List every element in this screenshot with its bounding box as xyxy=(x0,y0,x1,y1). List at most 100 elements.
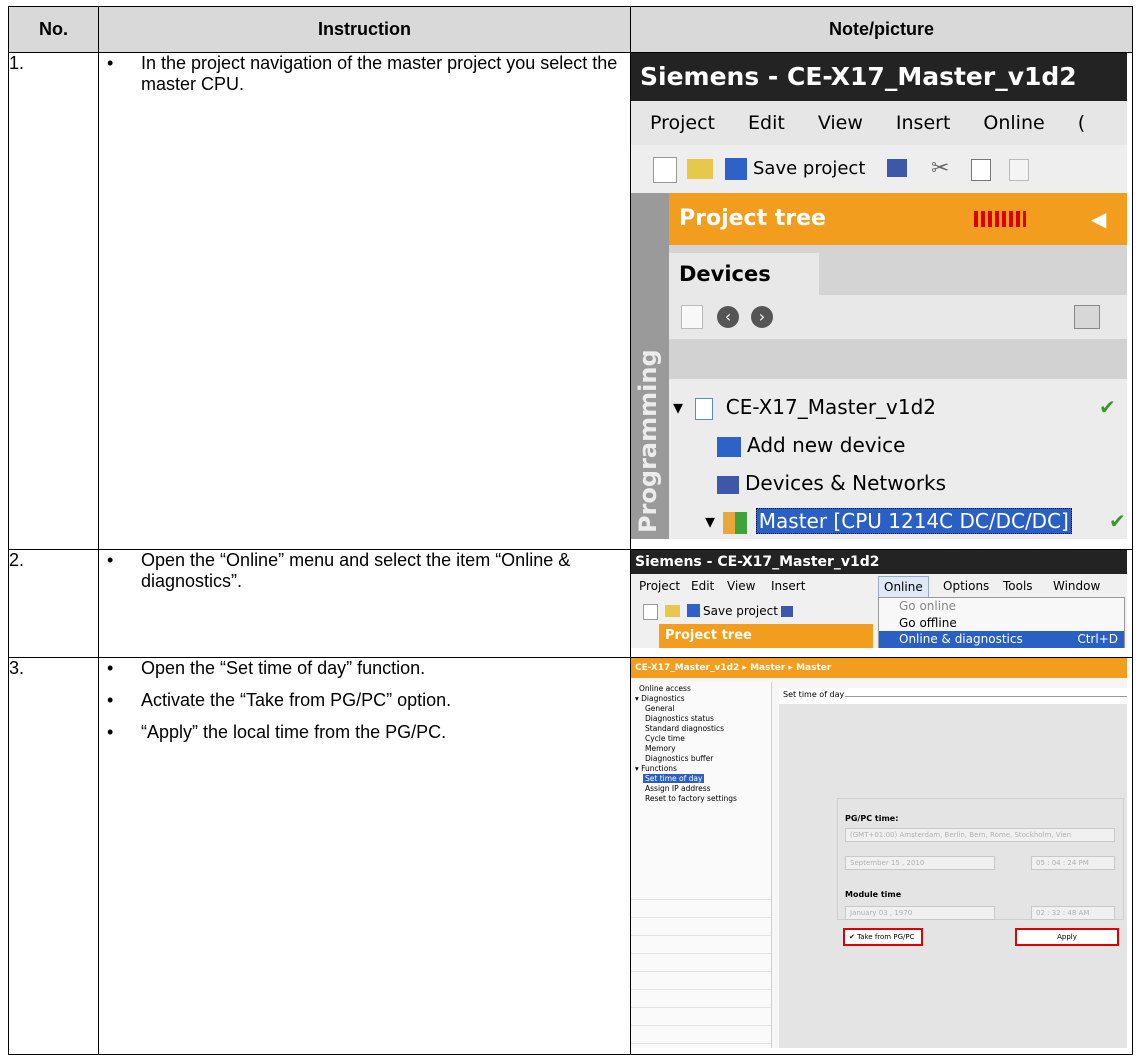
module-time-field[interactable]: 02 : 32 : 48 AM xyxy=(1031,906,1115,920)
nav-cycle-time[interactable]: Cycle time xyxy=(631,734,771,744)
breadcrumb: CE-X17_Master_v1d2 ▸ Master ▸ Master xyxy=(631,658,1127,678)
panel-header: Set time of day xyxy=(779,688,1127,704)
nav-standard-diagnostics[interactable]: Standard diagnostics xyxy=(631,724,771,734)
nav-diagnostics[interactable]: ▾ Diagnostics xyxy=(631,694,771,704)
menu-more[interactable]: ( xyxy=(1078,101,1085,145)
menu-options[interactable]: Options xyxy=(943,574,989,598)
step-number: 1. xyxy=(8,52,99,550)
take-from-pgpc-label: Take from PG/PC xyxy=(857,933,915,941)
save-project-button[interactable]: Save project xyxy=(703,598,778,624)
cut-icon[interactable]: ✂ xyxy=(931,145,949,193)
set-time-label: Set time of day xyxy=(643,774,705,783)
check-icon: ✔ xyxy=(1109,509,1126,533)
menu-project[interactable]: Project xyxy=(639,574,680,598)
nav-diagnostics-status[interactable]: Diagnostics status xyxy=(631,714,771,724)
menu-online[interactable]: Online xyxy=(983,101,1044,145)
online-diagnostics-label: Online & diagnostics xyxy=(899,632,1023,646)
paste-icon[interactable] xyxy=(1009,159,1029,181)
menu-view[interactable]: View xyxy=(727,574,755,598)
step-number: 2. xyxy=(8,549,99,658)
forward-icon[interactable]: › xyxy=(751,306,773,328)
master-cpu-label: Master [CPU 1214C DC/DC/DC] xyxy=(755,508,1072,534)
menu-project[interactable]: Project xyxy=(650,101,715,145)
header-no: No. xyxy=(8,6,99,53)
header-note: Note/picture xyxy=(630,6,1133,53)
new-project-icon[interactable] xyxy=(643,604,658,620)
collapse-left-icon[interactable]: ◀ xyxy=(1091,193,1106,245)
expand-icon[interactable]: ▾ xyxy=(673,395,683,419)
tree-toolbar: ‹ › xyxy=(669,295,1127,339)
menu-window[interactable]: Window xyxy=(1053,574,1100,598)
pgpc-date-field[interactable]: September 15 , 2010 xyxy=(845,856,995,870)
menu-item-online-diagnostics[interactable]: Online & diagnostics Ctrl+D xyxy=(879,631,1124,648)
tree-item-networks[interactable]: Devices & Networks xyxy=(717,465,946,501)
instruction-bullet: In the project navigation of the master … xyxy=(99,53,630,95)
nav-general[interactable]: General xyxy=(631,704,771,714)
copy-icon[interactable] xyxy=(971,159,991,181)
menu-edit[interactable]: Edit xyxy=(748,101,785,145)
menu-item-go-online[interactable]: Go online xyxy=(879,598,1124,615)
nav-memory[interactable]: Memory xyxy=(631,744,771,754)
nav-assign-ip[interactable]: Assign IP address xyxy=(631,784,771,794)
check-icon: ✔ xyxy=(1099,395,1116,419)
expand-icon[interactable]: ▾ xyxy=(705,509,715,533)
go-offline-label: Go offline xyxy=(899,616,957,630)
add-device-label: Add new device xyxy=(747,433,906,457)
tree-spacer xyxy=(669,339,1127,379)
project-icon xyxy=(695,397,714,420)
set-time-panel: Set time of day PG/PC time: (GMT+01:00) … xyxy=(779,688,1127,1048)
header-instruction: Instruction xyxy=(98,6,631,53)
nav-online-access[interactable]: Online access xyxy=(631,684,771,694)
project-tree-header: Project tree ◀ xyxy=(669,193,1127,245)
take-from-pgpc-checkbox[interactable]: ✔ Take from PG/PC xyxy=(843,928,923,946)
step-picture: Siemens - CE-X17_Master_v1d2 Project Edit… xyxy=(630,52,1133,550)
open-project-icon[interactable] xyxy=(687,159,713,179)
screenshot-online-menu: Siemens - CE-X17_Master_v1d2 Project Edi… xyxy=(631,550,1127,648)
menu-item-go-offline[interactable]: Go offline xyxy=(879,615,1124,632)
new-project-icon[interactable] xyxy=(653,157,677,183)
module-date-field[interactable]: January 03 , 1970 xyxy=(845,906,995,920)
instruction-bullet: Open the “Set time of day” function. xyxy=(99,658,630,679)
pgpc-time-field[interactable]: 05 : 04 : 24 PM xyxy=(1031,856,1115,870)
nav-functions[interactable]: ▾ Functions xyxy=(631,764,771,774)
tree-item-add-device[interactable]: Add new device xyxy=(717,427,905,463)
print-icon[interactable] xyxy=(781,606,793,617)
panel-grip-icon[interactable] xyxy=(974,211,1026,227)
nav-set-time[interactable]: Set time of day xyxy=(631,774,771,784)
step-picture: Siemens - CE-X17_Master_v1d2 Project Edi… xyxy=(630,549,1133,658)
overview-icon[interactable] xyxy=(1074,305,1100,329)
tree-item-project[interactable]: ▾ CE-X17_Master_v1d2 xyxy=(673,389,936,425)
window-title: Siemens - CE-X17_Master_v1d2 xyxy=(631,550,1127,574)
nav-diagnostics-buffer[interactable]: Diagnostics buffer xyxy=(631,754,771,764)
instruction-bullet: Open the “Online” menu and select the it… xyxy=(99,550,630,592)
add-item-icon[interactable] xyxy=(681,305,703,329)
nav-reset-factory[interactable]: Reset to factory settings xyxy=(631,794,771,804)
shortcut-label: Ctrl+D xyxy=(1077,632,1118,646)
save-icon[interactable] xyxy=(687,604,700,617)
table-row: 3. Open the “Set time of day” function. … xyxy=(8,657,1133,1055)
timezone-select[interactable]: (GMT+01:00) Amsterdam, Berlin, Bern, Rom… xyxy=(845,828,1115,842)
tree-item-master[interactable]: ▾ Master [CPU 1214C DC/DC/DC] xyxy=(705,503,1072,539)
instruction-bullet: “Apply” the local time from the PG/PC. xyxy=(99,722,630,743)
menu-edit[interactable]: Edit xyxy=(691,574,714,598)
menu-view[interactable]: View xyxy=(818,101,863,145)
portal-sidebar: Programming xyxy=(631,193,669,539)
instruction-bullet: Activate the “Take from PG/PC” option. xyxy=(99,690,630,711)
save-project-button[interactable]: Save project xyxy=(753,145,865,193)
diagnostics-nav: Online access ▾ Diagnostics General Diag… xyxy=(631,682,772,1048)
add-device-icon xyxy=(717,436,741,457)
menu-insert[interactable]: Insert xyxy=(896,101,951,145)
print-icon[interactable] xyxy=(887,159,907,177)
apply-button[interactable]: Apply xyxy=(1015,928,1119,946)
instruction-table: No. Instruction Note/picture 1. In the p… xyxy=(8,6,1133,1055)
save-icon[interactable] xyxy=(725,158,747,180)
open-project-icon[interactable] xyxy=(665,605,680,617)
back-icon[interactable]: ‹ xyxy=(717,306,739,328)
menu-online[interactable]: Online xyxy=(878,576,929,598)
table-row: 1. In the project navigation of the mast… xyxy=(8,52,1133,550)
pgpc-time-label: PG/PC time: xyxy=(845,814,899,823)
menu-insert[interactable]: Insert xyxy=(771,574,805,598)
menu-tools[interactable]: Tools xyxy=(1003,574,1033,598)
tab-devices[interactable]: Devices xyxy=(669,253,819,295)
screenshot-project-tree: Siemens - CE-X17_Master_v1d2 Project Edit… xyxy=(631,53,1127,539)
